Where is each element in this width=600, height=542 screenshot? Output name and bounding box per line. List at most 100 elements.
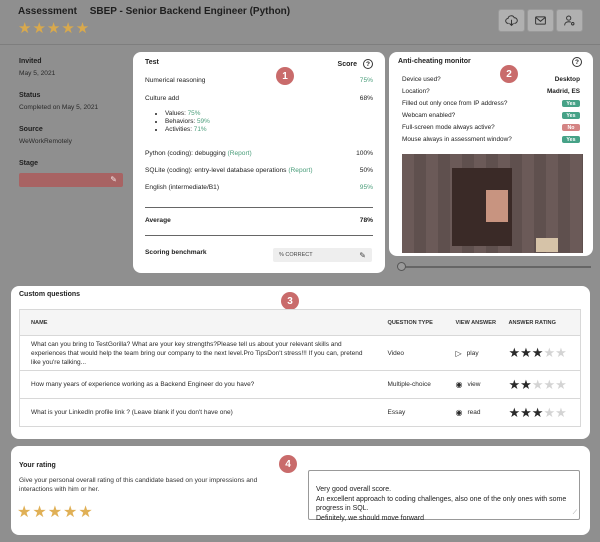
page-label: Assessment — [18, 6, 77, 17]
section-badge-1: 1 — [276, 67, 294, 85]
your-rating-description: Give your personal overall rating of thi… — [19, 477, 258, 493]
benchmark-value: % CORRECT — [279, 252, 313, 258]
anticheat-title: Anti-cheating monitor — [398, 58, 471, 65]
answer-rating[interactable]: ★★★★★ — [497, 370, 581, 399]
divider — [145, 207, 373, 208]
custom-questions-title: Custom questions — [19, 291, 81, 298]
ac-label: Filled out only once from IP address? — [402, 100, 508, 107]
yes-pill: Yes — [562, 136, 580, 143]
table-row[interactable]: What can you bring to TestGorilla? What … — [19, 335, 581, 371]
pencil-icon: ✎ — [359, 250, 366, 260]
ac-label: Location? — [402, 88, 430, 95]
yes-pill: Yes — [562, 112, 580, 119]
ac-label: Full-screen mode always active? — [402, 124, 495, 131]
rating-comment-textarea[interactable]: Very good overall score. An excellent ap… — [308, 470, 580, 522]
benchmark-label: Scoring benchmark — [145, 249, 207, 256]
ac-value: Desktop — [554, 76, 580, 83]
resize-grip-icon[interactable]: ⟋ — [573, 509, 577, 518]
report-link[interactable]: (Report) — [228, 150, 252, 157]
table-header-row: NAME QUESTION TYPE VIEW ANSWER ANSWER RA… — [19, 309, 581, 336]
col-header: VIEW ANSWER — [444, 309, 498, 336]
page-title: Assessment SBEP - Senior Backend Enginee… — [18, 6, 300, 17]
pencil-icon: ✎ — [110, 175, 117, 184]
test-name: English (intermediate/B1) — [145, 184, 220, 191]
source-label: Source — [19, 126, 43, 133]
divider — [145, 235, 373, 236]
cloud-download-icon — [505, 15, 518, 27]
culture-sub-item: Values: 75% — [165, 110, 210, 117]
ac-value: Madrid, ES — [546, 88, 580, 95]
table-row[interactable]: How many years of experience working as … — [19, 370, 581, 399]
webcam-face-blur — [536, 238, 558, 252]
col-header: NAME — [19, 309, 377, 336]
col-header: ANSWER RATING — [497, 309, 581, 336]
ac-label: Mouse always in assessment window? — [402, 136, 512, 143]
your-rating-title: Your rating — [19, 462, 56, 469]
your-rating-stars[interactable]: ★★★★★ — [17, 502, 94, 522]
status-value: Completed on May 5, 2021 — [19, 104, 99, 111]
custom-questions-table: NAME QUESTION TYPE VIEW ANSWER ANSWER RA… — [19, 309, 581, 427]
tests-card: Test Score ? Numerical reasoning 75% Cul… — [133, 52, 385, 273]
section-badge-4: 4 — [279, 455, 297, 473]
stage-selector[interactable]: ✎ — [19, 173, 123, 187]
average-label: Average — [145, 217, 171, 224]
source-value: WeWorkRemotely — [19, 138, 72, 145]
table-row[interactable]: What is your LinkedIn profile link ? (Le… — [19, 398, 581, 427]
invited-label: Invited — [19, 58, 42, 65]
overall-stars: ★★★★★ — [18, 20, 91, 37]
eye-icon: ◉ — [455, 408, 463, 417]
user-settings-button[interactable] — [556, 9, 583, 32]
help-icon[interactable]: ? — [363, 59, 373, 69]
help-icon[interactable]: ? — [572, 57, 582, 67]
tests-col-test: Test — [145, 59, 159, 66]
webcam-snapshot[interactable] — [402, 154, 583, 253]
snapshot-slider-handle[interactable] — [397, 262, 406, 271]
download-button[interactable] — [498, 9, 525, 32]
test-score: 68% — [359, 95, 373, 102]
tests-col-score: Score — [337, 60, 357, 68]
test-name: Culture add — [145, 95, 180, 102]
view-answer[interactable]: ◉ view — [444, 370, 498, 399]
rating-comment-text: Very good overall score. An excellent ap… — [316, 486, 567, 522]
question-name: How many years of experience working as … — [19, 370, 377, 399]
average-value: 78% — [359, 217, 373, 224]
test-name: Python (coding): debugging (Report) — [145, 150, 252, 157]
question-name: What can you bring to TestGorilla? What … — [19, 335, 377, 371]
invited-value: May 5, 2021 — [19, 70, 56, 77]
header-divider — [0, 44, 600, 45]
col-header: QUESTION TYPE — [376, 309, 445, 336]
ac-label: Webcam enabled? — [402, 112, 456, 119]
user-settings-icon — [564, 15, 575, 26]
answer-rating[interactable]: ★★★★★ — [497, 335, 581, 371]
no-pill: No — [562, 124, 580, 131]
yes-pill: Yes — [562, 100, 580, 107]
ac-label: Device used? — [402, 76, 441, 83]
mail-icon — [535, 16, 546, 25]
culture-sub-item: Activities: 71% — [165, 126, 210, 133]
page-header: Assessment SBEP - Senior Backend Enginee… — [0, 0, 600, 44]
test-score: 100% — [356, 150, 373, 157]
test-score: 50% — [359, 167, 373, 174]
question-type: Multiple-choice — [376, 370, 445, 399]
webcam-face-blur — [486, 190, 508, 222]
play-icon: ▷ — [455, 348, 462, 358]
view-answer[interactable]: ◉ read — [444, 398, 498, 427]
culture-sub-item: Behaviors: 59% — [165, 118, 210, 125]
test-score: 95% — [359, 184, 373, 191]
test-name: SQLite (coding): entry-level database op… — [145, 167, 313, 174]
test-name: Numerical reasoning — [145, 77, 206, 84]
report-link[interactable]: (Report) — [288, 167, 312, 174]
test-score: 75% — [359, 77, 373, 84]
candidate-info: Invited May 5, 2021 Status Completed on … — [19, 58, 124, 187]
anticheat-card: Anti-cheating monitor ? Device used? Desk… — [389, 52, 593, 256]
view-answer[interactable]: ▷ play — [444, 335, 498, 371]
answer-rating[interactable]: ★★★★★ — [497, 398, 581, 427]
email-button[interactable] — [527, 9, 554, 32]
section-badge-3: 3 — [281, 292, 299, 310]
question-type: Essay — [376, 398, 445, 427]
section-badge-2: 2 — [500, 65, 518, 83]
job-title: SBEP - Senior Backend Engineer (Python) — [89, 6, 291, 17]
status-label: Status — [19, 92, 41, 99]
benchmark-select[interactable]: % CORRECT ✎ — [273, 248, 372, 262]
snapshot-slider-track[interactable] — [400, 266, 591, 268]
